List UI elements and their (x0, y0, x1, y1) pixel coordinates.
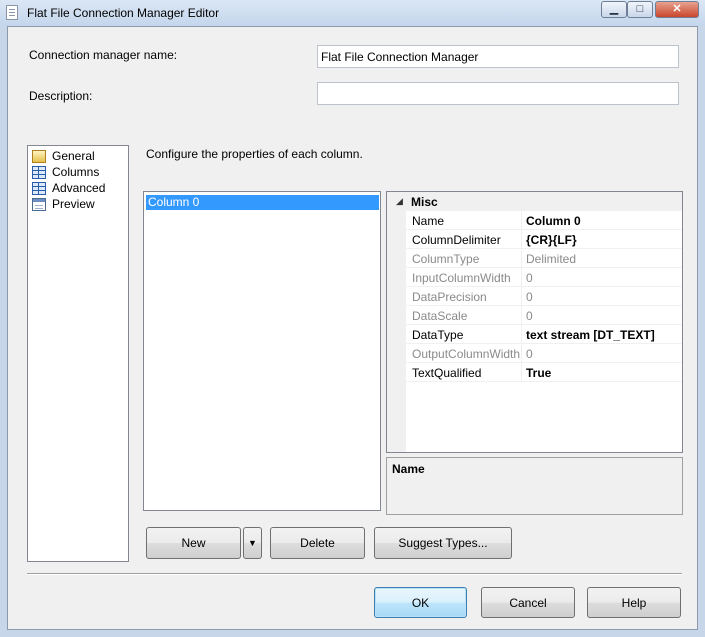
property-value[interactable]: Column 0 (526, 214, 581, 228)
column-divider (521, 287, 522, 306)
close-button[interactable]: ✕ (655, 1, 699, 18)
dialog-body: Connection manager name: Flat File Conne… (7, 26, 698, 630)
property-value: 0 (526, 347, 533, 361)
desktop-right (698, 26, 705, 637)
property-value: 0 (526, 309, 533, 323)
property-name: Name (412, 214, 445, 228)
property-row-datascale[interactable]: DataScale 0 (406, 306, 682, 325)
minimize-button[interactable]: ▁ (601, 1, 627, 18)
property-name: InputColumnWidth (412, 271, 511, 285)
column-divider (521, 344, 522, 363)
preview-icon (32, 197, 46, 211)
description-label: Description: (29, 89, 93, 103)
property-value[interactable]: True (526, 366, 551, 380)
property-grid: ◢ Misc Name Column 0 ColumnDelimiter {CR… (386, 191, 683, 453)
property-row-outputcolumnwidth[interactable]: OutputColumnWidth 0 (406, 344, 682, 363)
property-name: TextQualified (412, 366, 482, 380)
nav-item-label: General (52, 149, 95, 163)
property-row-inputcolumnwidth[interactable]: InputColumnWidth 0 (406, 268, 682, 287)
nav-item-preview[interactable]: Preview (32, 196, 95, 212)
suggest-types-button[interactable]: Suggest Types... (374, 527, 512, 559)
property-row-columndelimiter[interactable]: ColumnDelimiter {CR}{LF} (406, 230, 682, 249)
new-button[interactable]: New (146, 527, 241, 559)
column-divider (521, 363, 522, 382)
property-value: Delimited (526, 252, 577, 266)
property-row-name[interactable]: Name Column 0 (406, 211, 682, 230)
desktop-left (0, 26, 7, 637)
cancel-button[interactable]: Cancel (481, 587, 575, 618)
grid-gutter (387, 211, 406, 452)
advanced-icon (32, 181, 46, 195)
column-divider (521, 249, 522, 268)
property-name: DataPrecision (412, 290, 487, 304)
nav-item-label: Columns (52, 165, 100, 179)
column-divider (521, 230, 522, 249)
connection-name-field[interactable]: Flat File Connection Manager (317, 45, 679, 68)
window-title: Flat File Connection Manager Editor (27, 6, 220, 20)
description-field[interactable] (317, 82, 679, 105)
column-divider (521, 325, 522, 344)
column-list[interactable]: Column 0 (143, 191, 381, 511)
columns-icon (32, 165, 46, 179)
property-value[interactable]: text stream [DT_TEXT] (526, 328, 655, 342)
nav-item-columns[interactable]: Columns (32, 164, 99, 180)
help-button[interactable]: Help (587, 587, 681, 618)
property-value: 0 (526, 271, 533, 285)
nav-item-label: Advanced (52, 181, 106, 195)
title-bar: Flat File Connection Manager Editor ▁ □ … (0, 0, 705, 26)
property-value[interactable]: {CR}{LF} (526, 233, 577, 247)
nav-item-label: Preview (52, 197, 95, 211)
page-navigation-list: General Columns Advanced Preview (27, 145, 129, 562)
nav-item-general[interactable]: General (32, 148, 95, 164)
maximize-button[interactable]: □ (627, 1, 653, 18)
connection-name-label: Connection manager name: (29, 48, 178, 62)
desktop-bottom (0, 630, 705, 637)
document-icon (6, 5, 18, 20)
ok-button[interactable]: OK (374, 587, 467, 618)
property-name: DataScale (412, 309, 468, 323)
property-row-dataprecision[interactable]: DataPrecision 0 (406, 287, 682, 306)
category-label: Misc (411, 195, 438, 209)
property-name: ColumnDelimiter (412, 233, 501, 247)
separator (27, 573, 682, 575)
property-name: DataType (412, 328, 464, 342)
list-item[interactable]: Column 0 (146, 195, 379, 210)
property-description-panel: Name (386, 457, 683, 515)
column-divider (521, 306, 522, 325)
property-description-title: Name (392, 462, 425, 476)
new-dropdown-button[interactable]: ▼ (243, 527, 262, 559)
property-row-datatype[interactable]: DataType text stream [DT_TEXT] (406, 325, 682, 344)
property-row-columntype[interactable]: ColumnType Delimited (406, 249, 682, 268)
property-name: OutputColumnWidth (412, 347, 520, 361)
nav-item-advanced[interactable]: Advanced (32, 180, 105, 196)
column-divider (521, 268, 522, 287)
property-value: 0 (526, 290, 533, 304)
column-divider[interactable] (521, 211, 522, 230)
collapse-icon[interactable]: ◢ (396, 196, 403, 207)
general-icon (32, 149, 46, 163)
property-row-textqualified[interactable]: TextQualified True (406, 363, 682, 382)
category-misc[interactable]: ◢ Misc (387, 192, 682, 211)
delete-button[interactable]: Delete (270, 527, 365, 559)
property-name: ColumnType (412, 252, 480, 266)
instruction-text: Configure the properties of each column. (146, 147, 363, 161)
